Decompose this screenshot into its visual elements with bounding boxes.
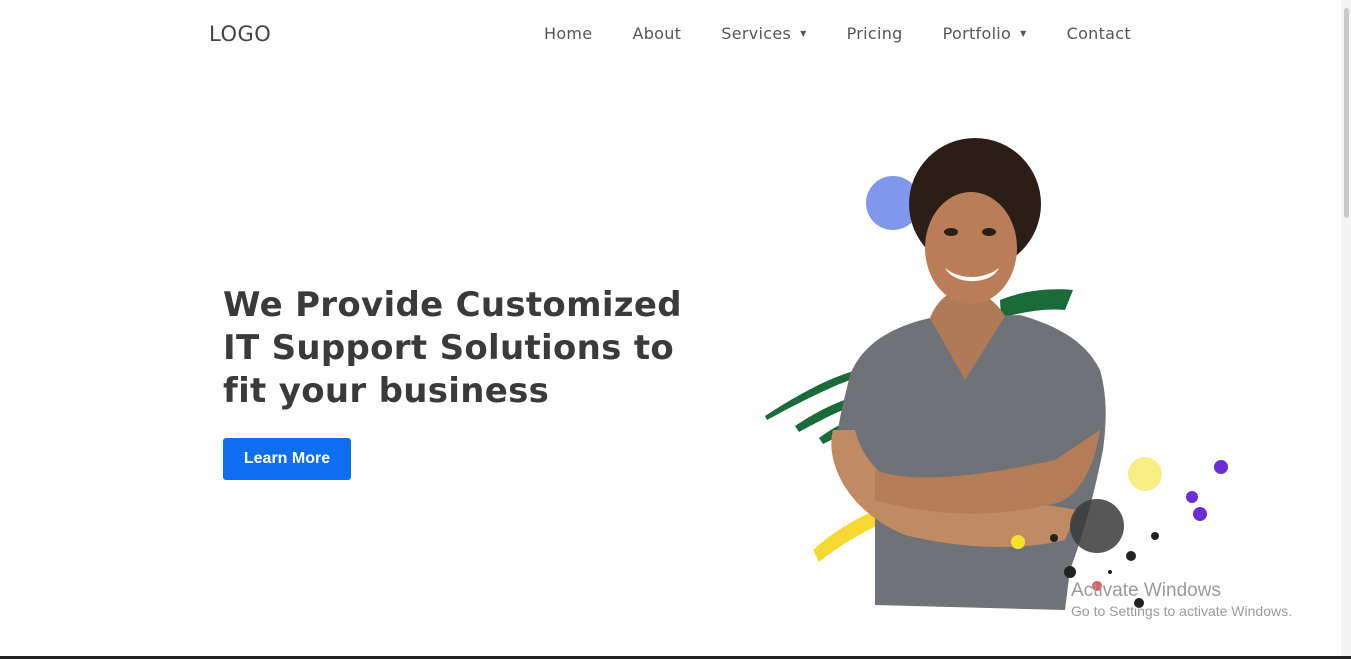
os-activation-watermark: Activate Windows Go to Settings to activ… — [1071, 580, 1292, 619]
nav-portfolio[interactable]: Portfolio ▼ — [943, 24, 1027, 43]
hero-title-line-3: fit your business — [223, 371, 550, 411]
main-nav: Home About Services ▼ Pricing Portfolio ▼ … — [544, 24, 1131, 43]
nav-about[interactable]: About — [632, 24, 681, 43]
nav-portfolio-label: Portfolio — [942, 24, 1012, 43]
nav-home[interactable]: Home — [544, 24, 592, 43]
hero-title-line-1: We Provide Customized — [223, 285, 682, 325]
hero-title-line-2: IT Support Solutions to — [223, 328, 675, 368]
hero-text-block: We Provide Customized IT Support Solutio… — [223, 284, 693, 413]
top-navbar: LOGO Home About Services ▼ Pricing Portfo… — [0, 0, 1351, 70]
caret-down-icon: ▼ — [1020, 29, 1027, 38]
nav-pricing-label: Pricing — [846, 24, 903, 43]
nav-pricing[interactable]: Pricing — [847, 24, 903, 43]
nav-services[interactable]: Services ▼ — [721, 24, 806, 43]
caret-down-icon: ▼ — [800, 29, 807, 38]
logo[interactable]: LOGO — [209, 22, 271, 46]
watermark-subtitle: Go to Settings to activate Windows. — [1071, 603, 1292, 619]
nav-services-label: Services — [721, 24, 792, 43]
watermark-title: Activate Windows — [1071, 580, 1221, 601]
nav-home-label: Home — [544, 24, 593, 43]
nav-contact-label: Contact — [1066, 24, 1131, 43]
page-scrollbar[interactable] — [1341, 0, 1351, 659]
hero-person-illustration — [765, 138, 1228, 610]
learn-more-button[interactable]: Learn More — [223, 438, 351, 480]
nav-about-label: About — [632, 24, 682, 43]
hero-title: We Provide Customized IT Support Solutio… — [223, 284, 693, 413]
nav-contact[interactable]: Contact — [1067, 24, 1131, 43]
scrollbar-thumb[interactable] — [1344, 8, 1349, 218]
